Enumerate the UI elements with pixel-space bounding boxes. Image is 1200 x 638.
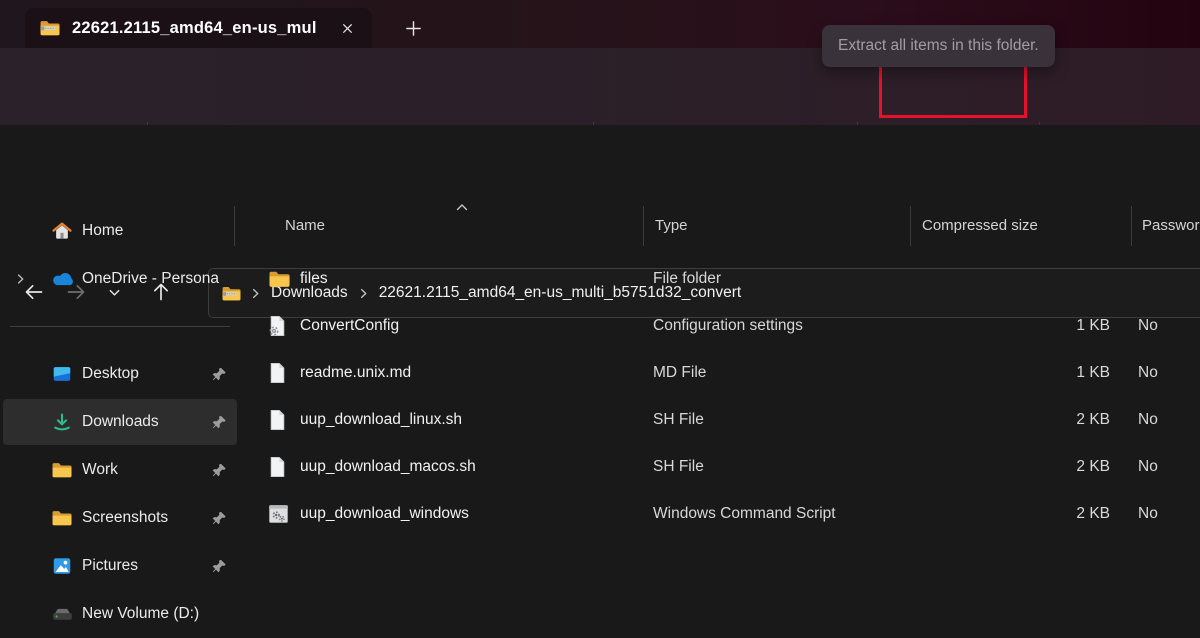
- pin-icon: [212, 559, 227, 574]
- sidebar-item-desktop[interactable]: Desktop: [0, 350, 240, 398]
- column-header-compressed-size[interactable]: Compressed size: [922, 217, 1038, 234]
- file-row-macos-sh[interactable]: uup_download_macos.sh SH File 2 KB No: [240, 443, 1200, 490]
- navigation-bar: Downloads 22621.2115_amd64_en-us_multi_b…: [0, 125, 1200, 195]
- file-compressed-size: 1 KB: [940, 317, 1110, 335]
- file-row-windows-cmd[interactable]: uup_download_windows Windows Command Scr…: [240, 490, 1200, 537]
- sidebar-item-screenshots[interactable]: Screenshots: [0, 494, 240, 542]
- folder-icon: [268, 269, 291, 288]
- tab-close-button[interactable]: [334, 15, 360, 41]
- file-type: SH File: [653, 458, 704, 476]
- file-row-convertconfig[interactable]: ConvertConfig Configuration settings 1 K…: [240, 302, 1200, 349]
- file-type: SH File: [653, 411, 704, 429]
- file-password-protected: No: [1138, 505, 1158, 523]
- sidebar-item-label: Screenshots: [82, 509, 168, 527]
- column-header-type[interactable]: Type: [655, 217, 688, 234]
- file-name: ConvertConfig: [300, 317, 399, 335]
- sidebar-item-new-volume-d[interactable]: New Volume (D:): [0, 590, 240, 638]
- pin-icon: [212, 463, 227, 478]
- sidebar-divider: [10, 326, 230, 327]
- file-compressed-size: 2 KB: [940, 505, 1110, 523]
- file-password-protected: No: [1138, 364, 1158, 382]
- file-type: Windows Command Script: [653, 505, 836, 523]
- pictures-icon: [51, 555, 73, 577]
- home-icon: [51, 220, 73, 242]
- file-name: readme.unix.md: [300, 364, 411, 382]
- file-password-protected: No: [1138, 458, 1158, 476]
- tooltip: Extract all items in this folder.: [822, 25, 1055, 67]
- sidebar-item-home[interactable]: Home: [0, 207, 240, 255]
- chevron-right-icon[interactable]: [14, 273, 27, 286]
- tooltip-text: Extract all items in this folder.: [838, 37, 1039, 55]
- column-header-password-protected[interactable]: Password protected: [1142, 217, 1200, 234]
- file-type: MD File: [653, 364, 706, 382]
- file-password-protected: No: [1138, 317, 1158, 335]
- sidebar-item-downloads[interactable]: Downloads: [0, 398, 240, 446]
- desktop-icon: [51, 363, 73, 385]
- pin-icon: [212, 415, 227, 430]
- file-password-protected: No: [1138, 411, 1158, 429]
- file-row-readme[interactable]: readme.unix.md MD File 1 KB No: [240, 349, 1200, 396]
- folder-icon: [51, 509, 73, 527]
- file-name: uup_download_macos.sh: [300, 458, 476, 476]
- sidebar-item-label: Work: [82, 461, 118, 479]
- file-compressed-size: 2 KB: [940, 458, 1110, 476]
- file-name: uup_download_linux.sh: [300, 411, 462, 429]
- column-divider[interactable]: [1131, 206, 1132, 246]
- file-row-linux-sh[interactable]: uup_download_linux.sh SH File 2 KB No: [240, 396, 1200, 443]
- drive-icon: [51, 605, 74, 623]
- close-icon: [339, 20, 356, 37]
- sidebar-item-work[interactable]: Work: [0, 446, 240, 494]
- column-divider: [234, 206, 235, 246]
- zip-folder-icon: [39, 19, 61, 37]
- sidebar-item-label: Pictures: [82, 557, 138, 575]
- file-name: files: [300, 270, 328, 288]
- file-icon: [268, 362, 287, 384]
- sidebar-item-label: New Volume (D:): [82, 605, 199, 623]
- sort-ascending-icon: [455, 203, 469, 212]
- sidebar: Home OneDrive - Persona Desktop: [0, 195, 240, 630]
- file-row-files[interactable]: files File folder: [240, 255, 1200, 302]
- sidebar-item-label: Downloads: [82, 413, 159, 431]
- plus-icon: [404, 19, 423, 38]
- file-name: uup_download_windows: [300, 505, 469, 523]
- explorer-tab[interactable]: 22621.2115_amd64_en-us_mul: [25, 8, 372, 48]
- file-icon: [268, 456, 287, 478]
- new-tab-button[interactable]: [400, 15, 426, 41]
- file-type: Configuration settings: [653, 317, 803, 335]
- folder-icon: [51, 461, 73, 479]
- file-compressed-size: 1 KB: [940, 364, 1110, 382]
- column-divider[interactable]: [643, 206, 644, 246]
- sidebar-item-pictures[interactable]: Pictures: [0, 542, 240, 590]
- pin-icon: [212, 511, 227, 526]
- cmd-file-icon: [268, 504, 289, 524]
- downloads-icon: [51, 411, 73, 433]
- config-file-icon: [268, 315, 287, 337]
- sidebar-item-label: Desktop: [82, 365, 139, 383]
- tab-title: 22621.2115_amd64_en-us_mul: [72, 19, 328, 38]
- file-list-header: Name Type Compressed size Password prote…: [240, 203, 1200, 249]
- pin-icon: [212, 367, 227, 382]
- onedrive-icon: [51, 271, 75, 287]
- sidebar-item-onedrive[interactable]: OneDrive - Persona: [0, 255, 240, 303]
- column-divider[interactable]: [910, 206, 911, 246]
- file-type: File folder: [653, 270, 721, 288]
- sidebar-item-label: Home: [82, 222, 123, 240]
- file-icon: [268, 409, 287, 431]
- file-compressed-size: 2 KB: [940, 411, 1110, 429]
- column-header-name[interactable]: Name: [285, 217, 325, 234]
- sidebar-item-label: OneDrive - Persona: [82, 270, 219, 288]
